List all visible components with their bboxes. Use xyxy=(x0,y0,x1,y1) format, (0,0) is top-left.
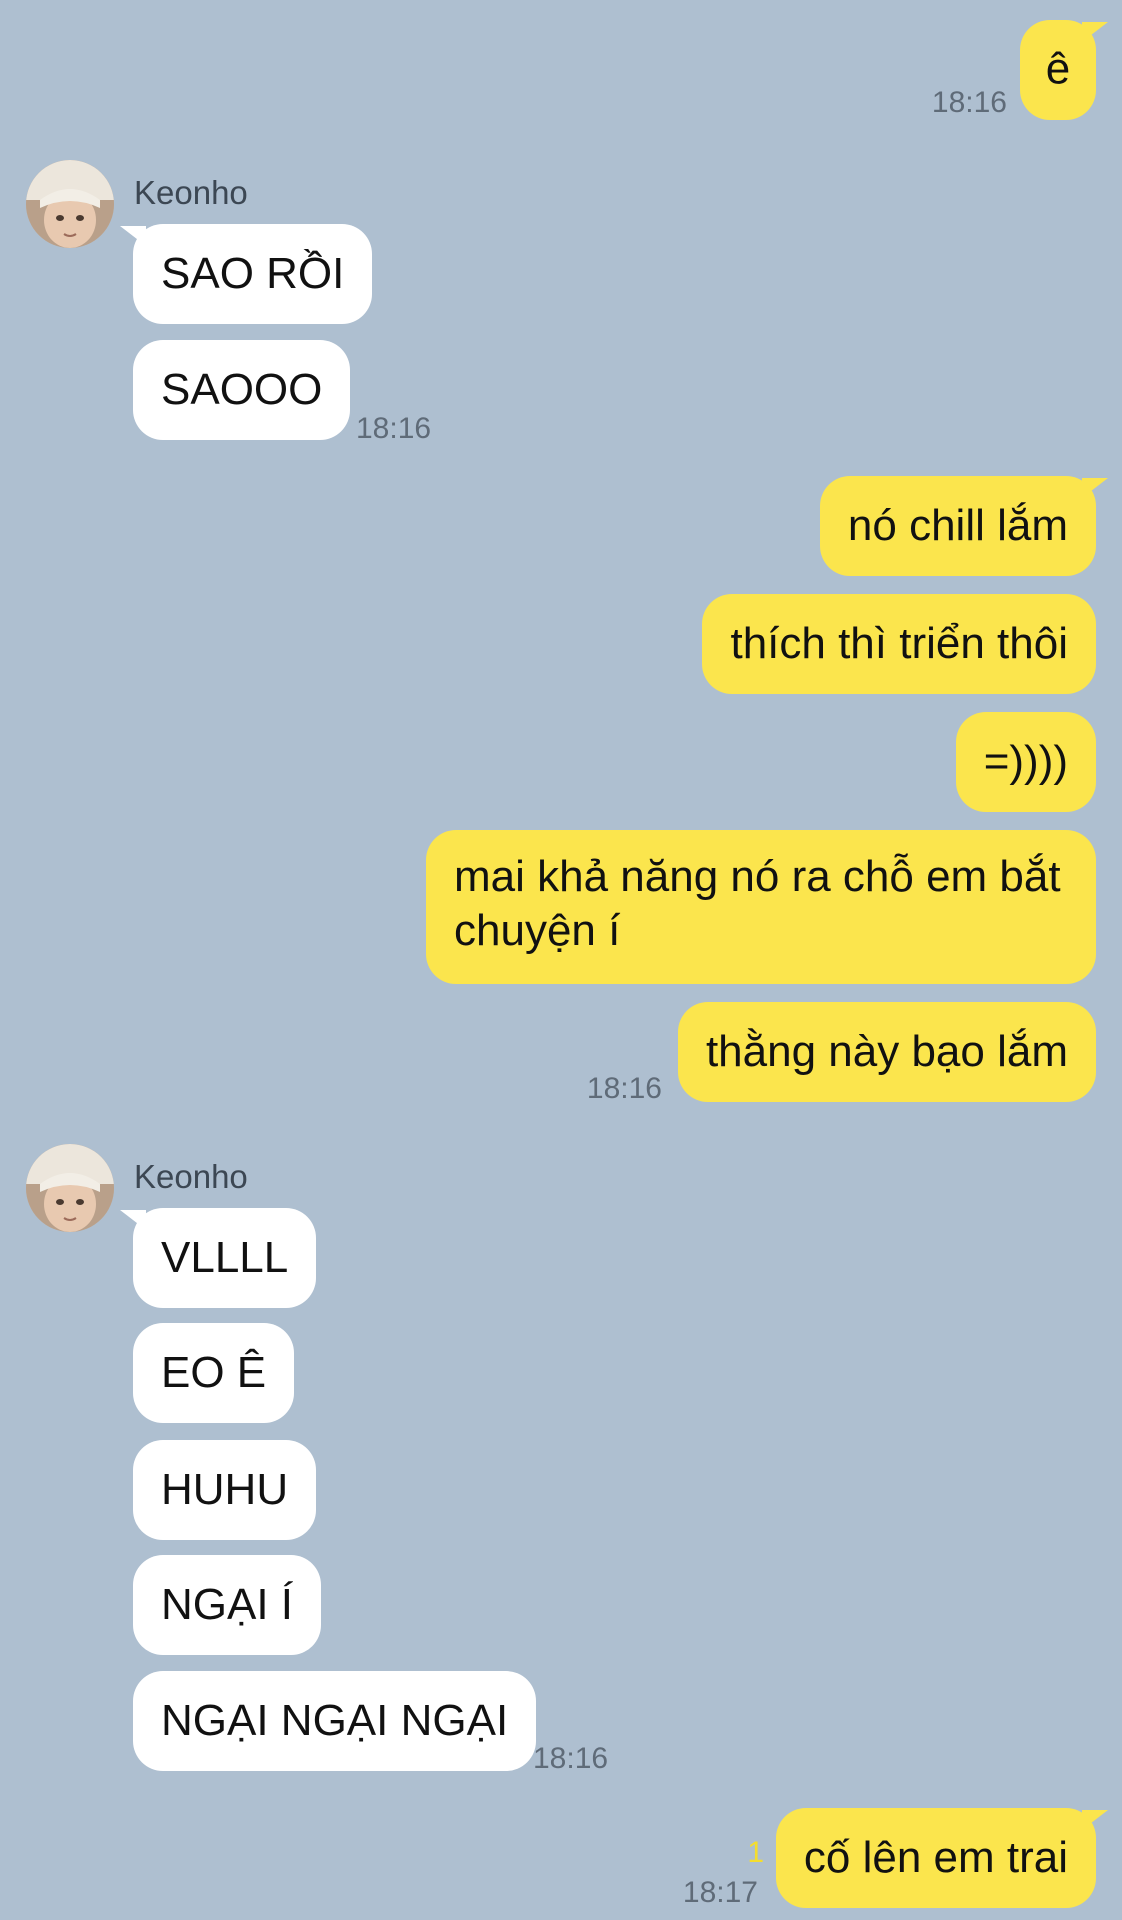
outgoing-message-bubble[interactable]: cố lên em trai xyxy=(775,1808,1096,1908)
profile-photo-avatar-icon xyxy=(26,1144,114,1232)
outgoing-message-bubble[interactable]: thích thì triển thôi xyxy=(702,594,1096,694)
incoming-message-bubble[interactable]: NGẠI Í xyxy=(133,1555,322,1655)
message-timestamp: 18:16 xyxy=(586,1072,662,1105)
incoming-message-bubble[interactable]: NGẠI NGẠI NGẠI xyxy=(133,1671,537,1771)
message-timestamp: 18:17 xyxy=(682,1876,758,1909)
incoming-message-bubble[interactable]: VLLLL xyxy=(133,1208,317,1308)
contact-avatar[interactable] xyxy=(26,1144,114,1232)
sender-name: Keonho xyxy=(134,174,248,211)
bubble-tail xyxy=(1082,1810,1108,1830)
incoming-message-bubble[interactable]: SAO RỒI xyxy=(133,224,373,324)
message-timestamp: 18:16 xyxy=(931,86,1007,119)
incoming-message-bubble[interactable]: HUHU xyxy=(133,1440,317,1540)
bubble-tail xyxy=(1082,22,1108,42)
bubble-tail xyxy=(1082,478,1108,498)
outgoing-message-bubble[interactable]: mai khả năng nó ra chỗ em bắt chuyện í xyxy=(426,830,1096,984)
incoming-message-bubble[interactable]: EO Ê xyxy=(133,1323,295,1423)
outgoing-message-bubble[interactable]: =)))) xyxy=(955,712,1096,812)
unread-count: 1 xyxy=(747,1836,764,1869)
outgoing-message-bubble[interactable]: thằng này bạo lắm xyxy=(677,1002,1096,1102)
incoming-message-bubble[interactable]: SAOOO xyxy=(133,340,351,440)
contact-avatar[interactable] xyxy=(26,160,114,248)
outgoing-message-bubble[interactable]: nó chill lắm xyxy=(819,476,1096,576)
message-timestamp: 18:16 xyxy=(356,412,432,445)
sender-name: Keonho xyxy=(134,1158,248,1195)
profile-photo-avatar-icon xyxy=(26,160,114,248)
message-timestamp: 18:16 xyxy=(533,1742,609,1775)
